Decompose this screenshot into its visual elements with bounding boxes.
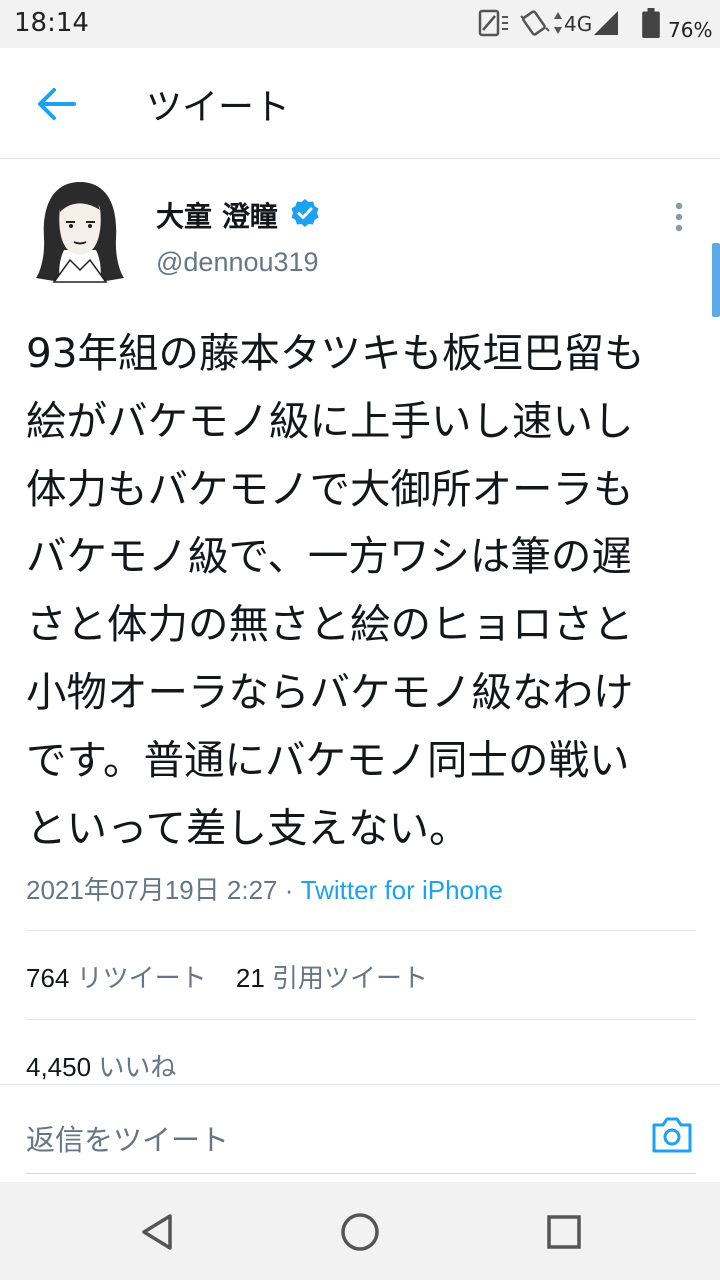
tweet-timestamp: 2021年07月19日 2:27 — [26, 875, 278, 905]
tweet-client-link[interactable]: Twitter for iPhone — [301, 875, 503, 905]
likes-link[interactable]: 4,450 いいね — [26, 1047, 176, 1084]
tweet-text: 93年組の藤本タツキも板垣巴留も 絵がバケモノ級に上手いし速いし 体力もバケモノ… — [26, 329, 645, 852]
reply-underline — [26, 1173, 696, 1174]
user-handle[interactable]: @dennou319 — [156, 247, 319, 278]
reply-input[interactable]: 返信をツイート — [26, 1117, 229, 1159]
page-title: ツイート — [146, 87, 291, 128]
more-options-icon[interactable] — [666, 200, 692, 234]
data-arrows-icon — [554, 12, 562, 34]
nav-recents-icon[interactable] — [542, 1210, 586, 1254]
retweets-link[interactable]: 764 リツイート — [26, 963, 207, 993]
system-nav-bar — [0, 1182, 720, 1280]
back-arrow-icon[interactable] — [30, 84, 82, 124]
divider — [26, 1019, 696, 1020]
likes-count: 4,450 — [26, 1052, 92, 1082]
retweets-label: リツイート — [76, 963, 207, 993]
nav-back-icon[interactable] — [136, 1210, 180, 1254]
screen-rotate-icon — [478, 9, 508, 37]
network-type: 4G — [564, 12, 593, 36]
battery-percentage: 76% — [668, 18, 713, 42]
nav-home-icon[interactable] — [338, 1210, 382, 1254]
retweets-count: 764 — [26, 963, 70, 993]
tweet-metadata: 2021年07月19日 2:27 · Twitter for iPhone — [26, 870, 503, 907]
divider — [26, 930, 696, 931]
scrollbar-thumb[interactable] — [712, 243, 720, 317]
status-bar: 18:14 4G 76% — [0, 0, 720, 48]
vibrate-icon — [520, 10, 550, 36]
avatar[interactable] — [30, 178, 130, 290]
quotes-label: 引用ツイート — [272, 963, 429, 993]
quotes-link[interactable]: 21 引用ツイート — [236, 963, 428, 993]
signal-icon — [594, 11, 618, 35]
retweet-stats: 764 リツイート 21 引用ツイート — [26, 958, 428, 995]
app-header: ツイート — [0, 48, 720, 159]
quotes-count: 21 — [235, 963, 265, 993]
battery-icon — [642, 8, 660, 38]
likes-label: いいね — [98, 1052, 177, 1082]
display-name[interactable]: 大童 澄瞳 — [156, 195, 278, 235]
verified-badge-icon — [291, 199, 319, 227]
camera-icon[interactable] — [650, 1113, 694, 1155]
reply-bar: 返信をツイート — [0, 1084, 720, 1183]
meta-separator: · — [277, 875, 301, 905]
status-time: 18:14 — [14, 8, 89, 38]
